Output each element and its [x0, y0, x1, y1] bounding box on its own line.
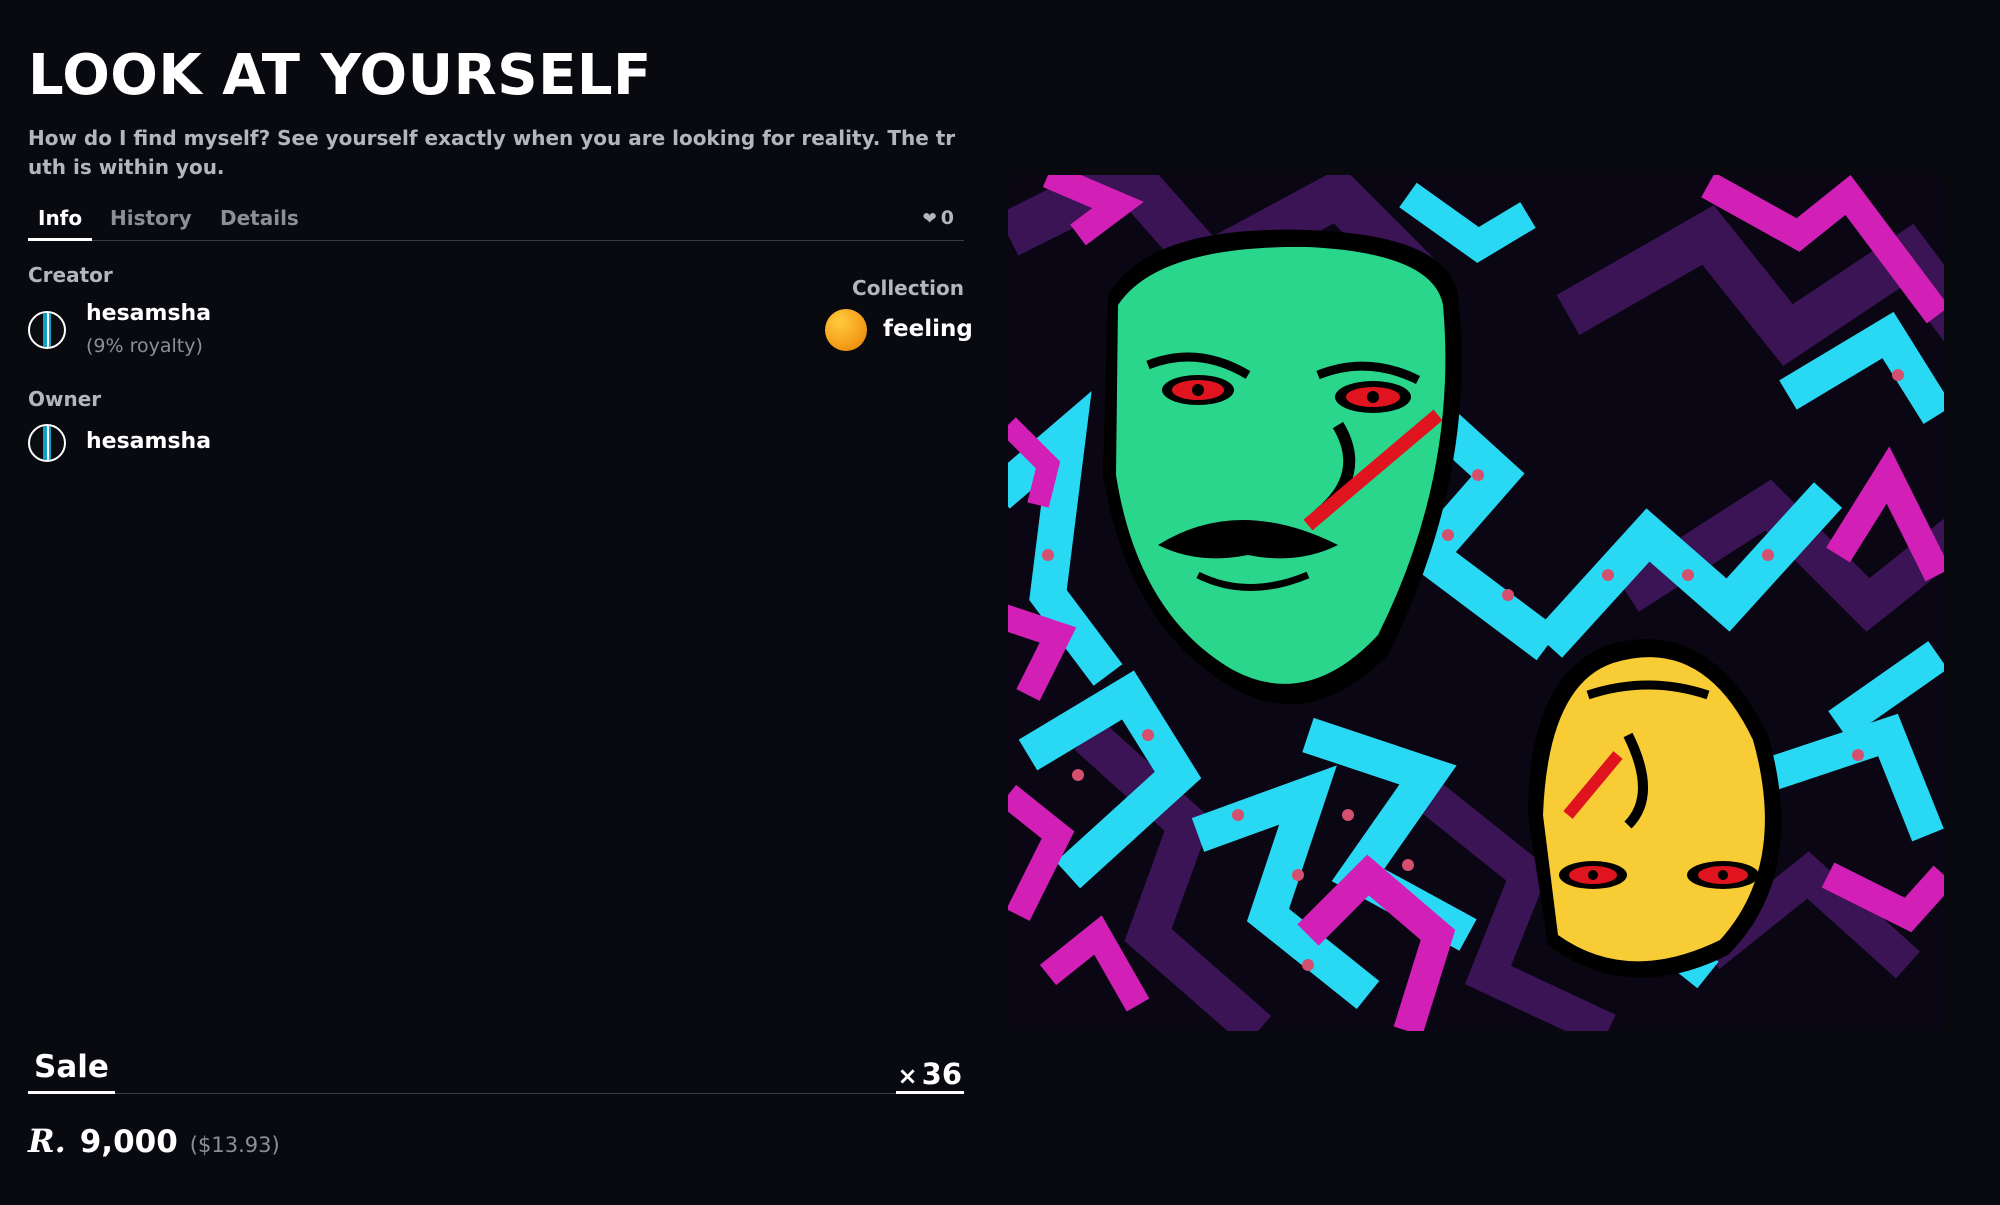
tab-history[interactable]: History [100, 206, 202, 238]
creator-avatar[interactable] [28, 311, 66, 349]
price-row: R. 9,000 ($13.93) [28, 1122, 280, 1166]
sale-tab[interactable]: Sale [28, 1049, 115, 1094]
heart-icon: ❤ [922, 209, 937, 229]
artwork-image[interactable] [1008, 175, 1944, 1031]
owner-avatar[interactable] [28, 424, 66, 462]
sale-header: Sale × 36 [28, 1049, 964, 1094]
like-count: 0 [940, 207, 954, 229]
sale-quantity: × 36 [895, 1057, 964, 1094]
creator-royalty: (9% royalty) [86, 335, 203, 357]
item-description: How do I find myself? See yourself exact… [28, 126, 956, 179]
price-amount: 9,000 [79, 1124, 178, 1160]
collection-icon[interactable] [825, 309, 867, 351]
creator-label: Creator [28, 263, 113, 287]
info-tabs: Info History Details ❤ 0 [28, 204, 964, 241]
tab-info[interactable]: Info [28, 206, 93, 241]
quantity-prefix: × [897, 1062, 918, 1090]
tab-details[interactable]: Details [210, 206, 309, 238]
item-title: LOOK AT YOURSELF [28, 43, 652, 108]
like-button[interactable]: ❤ 0 [923, 207, 954, 229]
price-usd: ($13.93) [189, 1133, 280, 1157]
creator-name[interactable]: hesamsha [86, 301, 211, 326]
owner-name[interactable]: hesamsha [86, 429, 211, 454]
collection-label: Collection [852, 276, 964, 300]
quantity-value: 36 [921, 1057, 962, 1091]
currency-icon: R. [28, 1122, 66, 1160]
collection-name[interactable]: feeling [883, 316, 973, 342]
owner-label: Owner [28, 387, 102, 411]
